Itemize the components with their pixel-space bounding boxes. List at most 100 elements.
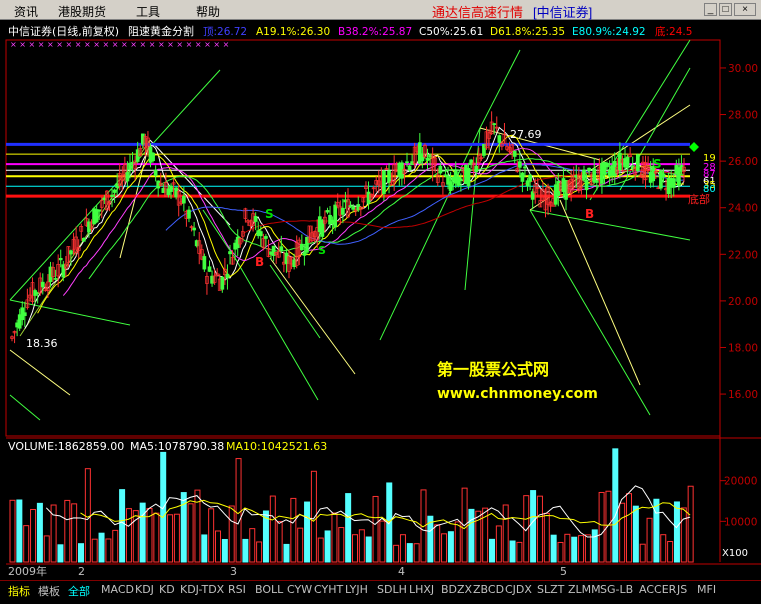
- tab-lyjh[interactable]: LYJH: [345, 583, 368, 596]
- tab-accer[interactable]: ACCER: [639, 583, 676, 596]
- volume-bar: [201, 534, 208, 563]
- tab-lhxj[interactable]: LHXJ: [409, 583, 434, 596]
- volume-bar: [612, 448, 619, 563]
- candle-body: [671, 178, 676, 188]
- volume-bar: [584, 534, 591, 563]
- candle-body: [448, 181, 453, 191]
- volume-bar: [530, 490, 537, 563]
- candle-body: [228, 251, 232, 255]
- tab-kdj[interactable]: KDJ: [135, 583, 154, 596]
- candle-body: [523, 166, 527, 169]
- volume-bar: [317, 537, 324, 563]
- volume-bar: [64, 499, 71, 563]
- close-icon[interactable]: ×: [734, 3, 756, 16]
- candle-body: [528, 174, 532, 182]
- candle-body: [582, 169, 586, 181]
- signal-strip: × × × × × × × × × × × × × × × × × × × × …: [10, 40, 229, 49]
- fan-line: [479, 49, 521, 129]
- candle-body: [58, 257, 63, 261]
- candle-body: [202, 256, 207, 270]
- volume-bar: [297, 527, 304, 563]
- formula-name: 阻速黄金分割: [128, 24, 194, 38]
- volume-bar: [352, 534, 358, 563]
- volume-bar: [399, 534, 406, 563]
- minimize-icon[interactable]: _: [704, 3, 717, 16]
- tab-template[interactable]: 模板: [38, 583, 60, 599]
- tab-zlmm[interactable]: ZLMM: [568, 583, 601, 596]
- tab-kdj-tdx[interactable]: KDJ-TDX: [180, 583, 224, 596]
- volume-bar: [509, 540, 516, 563]
- tab-cyht[interactable]: CYHT: [314, 583, 343, 596]
- fan-line: [9, 349, 71, 396]
- volume-bar: [598, 491, 605, 563]
- candle-body: [625, 156, 630, 169]
- tab-boll[interactable]: BOLL: [255, 583, 283, 596]
- volume-bar: [536, 495, 543, 563]
- candle-body: [53, 278, 58, 280]
- tab-macd[interactable]: MACD: [101, 583, 134, 596]
- candle-body: [492, 123, 497, 125]
- volume-bar: [153, 512, 160, 563]
- candle-body: [128, 162, 132, 170]
- watermark-url: www.chnmoney.com: [437, 386, 598, 402]
- tab-sdlh[interactable]: SDLH: [377, 583, 407, 596]
- volume-bar: [310, 470, 317, 563]
- candle-body: [279, 246, 284, 251]
- volume-ma10: MA10:1042521.63: [226, 440, 327, 453]
- price-tick-label: 26.00: [728, 156, 758, 168]
- diamond-marker: [689, 142, 699, 152]
- tab-all[interactable]: 全部: [68, 583, 90, 599]
- time-label: 4: [398, 565, 405, 578]
- time-label: 3: [230, 565, 237, 578]
- chart-area[interactable]: 30.00 28.00 26.00 24.00 22.00 20.00 18.00 16.00…: [0, 20, 761, 580]
- volume-header: VOLUME:1862859.00: [8, 440, 124, 453]
- tab-cjdx[interactable]: CJDX: [505, 583, 532, 596]
- candle-body: [659, 170, 663, 189]
- tab-zbcd[interactable]: ZBCD: [473, 583, 504, 596]
- volume-bar: [543, 512, 550, 563]
- time-label: 2009年: [8, 564, 47, 578]
- volume-bar: [324, 530, 331, 563]
- tab-mfi[interactable]: MFI: [697, 583, 716, 596]
- tab-rsi[interactable]: RSI: [228, 583, 246, 596]
- volume-bar: [276, 521, 283, 563]
- price-tick-label: 30.00: [728, 63, 758, 75]
- candle-body: [635, 154, 640, 172]
- tab-kd[interactable]: KD: [159, 583, 175, 596]
- price-tick-label: 24.00: [728, 203, 758, 215]
- level-bottom-label: 底:24.5: [655, 25, 692, 38]
- tab-slzt[interactable]: SLZT: [537, 583, 564, 596]
- candle-body: [407, 165, 412, 171]
- volume-bar: [571, 536, 578, 563]
- candle-body: [512, 150, 517, 157]
- candle-body: [258, 231, 263, 237]
- candle-body: [474, 165, 479, 173]
- tab-indicator[interactable]: 指标: [8, 583, 30, 599]
- volume-bar: [646, 517, 653, 563]
- volume-bar: [242, 538, 249, 563]
- menu-help[interactable]: 帮助: [196, 3, 220, 20]
- candle-body: [438, 165, 443, 174]
- fan-line: [9, 299, 131, 326]
- menu-news[interactable]: 资讯: [14, 3, 38, 20]
- candle-body: [207, 266, 212, 272]
- volume-bar: [564, 533, 571, 563]
- bottom-zone-label: 底部: [688, 192, 710, 206]
- tab-sg-lb[interactable]: SG-LB: [600, 583, 633, 596]
- tab-cyw[interactable]: CYW: [287, 583, 312, 596]
- maximize-icon[interactable]: □: [719, 3, 732, 16]
- volume-bar: [256, 541, 263, 563]
- tab-js[interactable]: JS: [677, 583, 687, 596]
- volume-ma5: MA5:1078790.38: [130, 440, 224, 453]
- volume-bar: [441, 533, 448, 563]
- tab-bdzx[interactable]: BDZX: [441, 583, 472, 596]
- main-chart-header: 中信证券(日线,前复权): [8, 24, 119, 38]
- price-tick-label: 22.00: [728, 249, 758, 261]
- volume-bar: [660, 534, 667, 563]
- fan-line: [269, 257, 356, 375]
- volume-bar: [139, 502, 146, 563]
- time-label: 5: [560, 565, 567, 578]
- volume-bar: [78, 543, 84, 563]
- menu-hk-futures[interactable]: 港股期货: [58, 3, 106, 20]
- menu-tools[interactable]: 工具: [136, 3, 160, 20]
